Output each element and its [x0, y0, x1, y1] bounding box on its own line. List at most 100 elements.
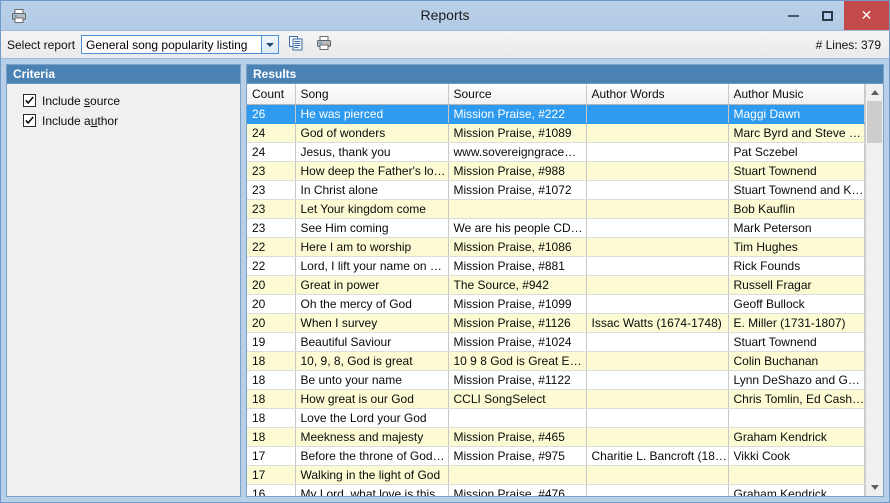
reports-window: Reports ✕ Select report General song pop… [0, 0, 890, 503]
include-source-checkbox[interactable] [23, 94, 36, 107]
results-vertical-scrollbar[interactable] [865, 84, 883, 496]
cell-song: Love the Lord your God [295, 408, 449, 428]
chevron-down-icon[interactable] [261, 36, 279, 53]
cell-author-words: Charitie L. Bancroft (184… [586, 446, 729, 466]
scrollbar-track[interactable] [866, 101, 883, 479]
include-author-checkbox[interactable] [23, 114, 36, 127]
scroll-down-button[interactable] [866, 479, 883, 496]
print-button[interactable] [313, 34, 335, 56]
column-header-count[interactable]: Count [247, 84, 296, 105]
cell-song: Jesus, thank you [295, 142, 449, 162]
table-row[interactable]: 17 Before the throne of God a… Mission Pra… [247, 446, 865, 466]
table-row[interactable]: 18 Be unto your name Mission Praise, #1122… [247, 370, 865, 390]
cell-author-music: Russell Fragar [728, 275, 865, 295]
cell-author-words [586, 256, 729, 276]
results-grid[interactable]: Count Song Source Author Words Author Mu… [247, 84, 865, 496]
column-header-author-words[interactable]: Author Words [586, 84, 729, 105]
scrollbar-thumb[interactable] [867, 101, 882, 143]
cell-author-music: Bob Kauflin [728, 199, 865, 219]
cell-count: 20 [247, 294, 296, 314]
table-row[interactable]: 24 God of wonders Mission Praise, #1089 Mar… [247, 123, 865, 143]
cell-song: Before the throne of God a… [295, 446, 449, 466]
cell-author-words [586, 237, 729, 257]
maximize-button[interactable] [810, 1, 844, 30]
cell-author-music: Stuart Townend [728, 332, 865, 352]
cell-source: CCLI SongSelect [448, 389, 587, 409]
table-row[interactable]: 26 He was pierced Mission Praise, #222 Magg… [247, 104, 865, 124]
cell-author-music [728, 465, 865, 485]
column-header-author-music[interactable]: Author Music [728, 84, 865, 105]
table-row[interactable]: 24 Jesus, thank you www.sovereigngracemini… [247, 142, 865, 162]
cell-author-words: Issac Watts (1674-1748) [586, 313, 729, 333]
table-row[interactable]: 18 Love the Lord your God [247, 408, 865, 428]
cell-song: Oh the mercy of God [295, 294, 449, 314]
include-source-label-post: ource [90, 93, 121, 108]
include-author-label-pre: Include a [42, 113, 91, 128]
cell-author-music: Vikki Cook [728, 446, 865, 466]
window-controls: ✕ [776, 1, 889, 30]
cell-author-words [586, 294, 729, 314]
table-row[interactable]: 23 How deep the Father's lov… Mission Prai… [247, 161, 865, 181]
cell-author-music: Marc Byrd and Steve Hin… [728, 123, 865, 143]
table-row[interactable]: 23 See Him coming We are his people CD, #4… [247, 218, 865, 238]
cell-author-words [586, 161, 729, 181]
report-toolbar: Select report General song popularity li… [1, 30, 889, 59]
report-select[interactable]: General song popularity listing [81, 35, 280, 54]
cell-author-music: Rick Founds [728, 256, 865, 276]
column-header-source[interactable]: Source [448, 84, 587, 105]
table-row[interactable]: 17 Walking in the light of God [247, 465, 865, 485]
close-button[interactable]: ✕ [844, 1, 889, 30]
column-header-song[interactable]: Song [295, 84, 449, 105]
cell-author-music: Tim Hughes [728, 237, 865, 257]
results-table: Count Song Source Author Words Author Mu… [247, 84, 865, 496]
minimize-button[interactable] [776, 1, 810, 30]
cell-source: Mission Praise, #476 [448, 484, 587, 496]
table-row[interactable]: 20 Great in power The Source, #942 Russell … [247, 275, 865, 295]
cell-count: 23 [247, 180, 296, 200]
cell-author-music: Graham Kendrick [728, 484, 865, 496]
table-row[interactable]: 16 My Lord, what love is this Mission Prai… [247, 484, 865, 496]
criteria-include-source[interactable]: Include source [23, 91, 240, 110]
criteria-header: Criteria [7, 65, 240, 84]
cell-source: Mission Praise, #988 [448, 161, 587, 181]
include-source-label-pre: Include [42, 93, 85, 108]
cell-source: Mission Praise, #1086 [448, 237, 587, 257]
cell-count: 17 [247, 465, 296, 485]
cell-author-music: Stuart Townend [728, 161, 865, 181]
cell-source [448, 408, 587, 428]
table-row[interactable]: 23 Let Your kingdom come Bob Kauflin [247, 199, 865, 219]
copy-icon [287, 34, 305, 55]
table-row[interactable]: 18 10, 9, 8, God is great 10 9 8 God is Gr… [247, 351, 865, 371]
cell-source: Mission Praise, #222 [448, 104, 587, 124]
cell-author-music: Graham Kendrick [728, 427, 865, 447]
table-row[interactable]: 20 Oh the mercy of God Mission Praise, #10… [247, 294, 865, 314]
table-row[interactable]: 22 Lord, I lift your name on high Mission … [247, 256, 865, 276]
cell-song: When I survey [295, 313, 449, 333]
cell-count: 20 [247, 275, 296, 295]
scroll-up-button[interactable] [866, 84, 883, 101]
table-body: 26 He was pierced Mission Praise, #222 Magg… [247, 104, 865, 496]
check-icon [25, 96, 34, 105]
cell-song: In Christ alone [295, 180, 449, 200]
cell-source: Mission Praise, #1099 [448, 294, 587, 314]
criteria-include-author[interactable]: Include author [23, 111, 240, 130]
cell-author-music: Lynn DeShazo and Gary … [728, 370, 865, 390]
cell-song: Be unto your name [295, 370, 449, 390]
table-row[interactable]: 20 When I survey Mission Praise, #1126 Issa… [247, 313, 865, 333]
cell-count: 23 [247, 161, 296, 181]
cell-author-words [586, 180, 729, 200]
cell-count: 18 [247, 408, 296, 428]
cell-count: 18 [247, 351, 296, 371]
cell-song: Walking in the light of God [295, 465, 449, 485]
cell-count: 22 [247, 237, 296, 257]
table-row[interactable]: 18 How great is our God CCLI SongSelect Chr… [247, 389, 865, 409]
table-row[interactable]: 19 Beautiful Saviour Mission Praise, #1024… [247, 332, 865, 352]
cell-count: 19 [247, 332, 296, 352]
cell-author-music: Pat Sczebel [728, 142, 865, 162]
table-row[interactable]: 18 Meekness and majesty Mission Praise, #4… [247, 427, 865, 447]
copy-button[interactable] [285, 34, 307, 56]
content-area: Criteria Include source Include author R… [1, 59, 889, 502]
table-row[interactable]: 23 In Christ alone Mission Praise, #1072 St… [247, 180, 865, 200]
table-row[interactable]: 22 Here I am to worship Mission Praise, #1… [247, 237, 865, 257]
cell-song: He was pierced [295, 104, 449, 124]
